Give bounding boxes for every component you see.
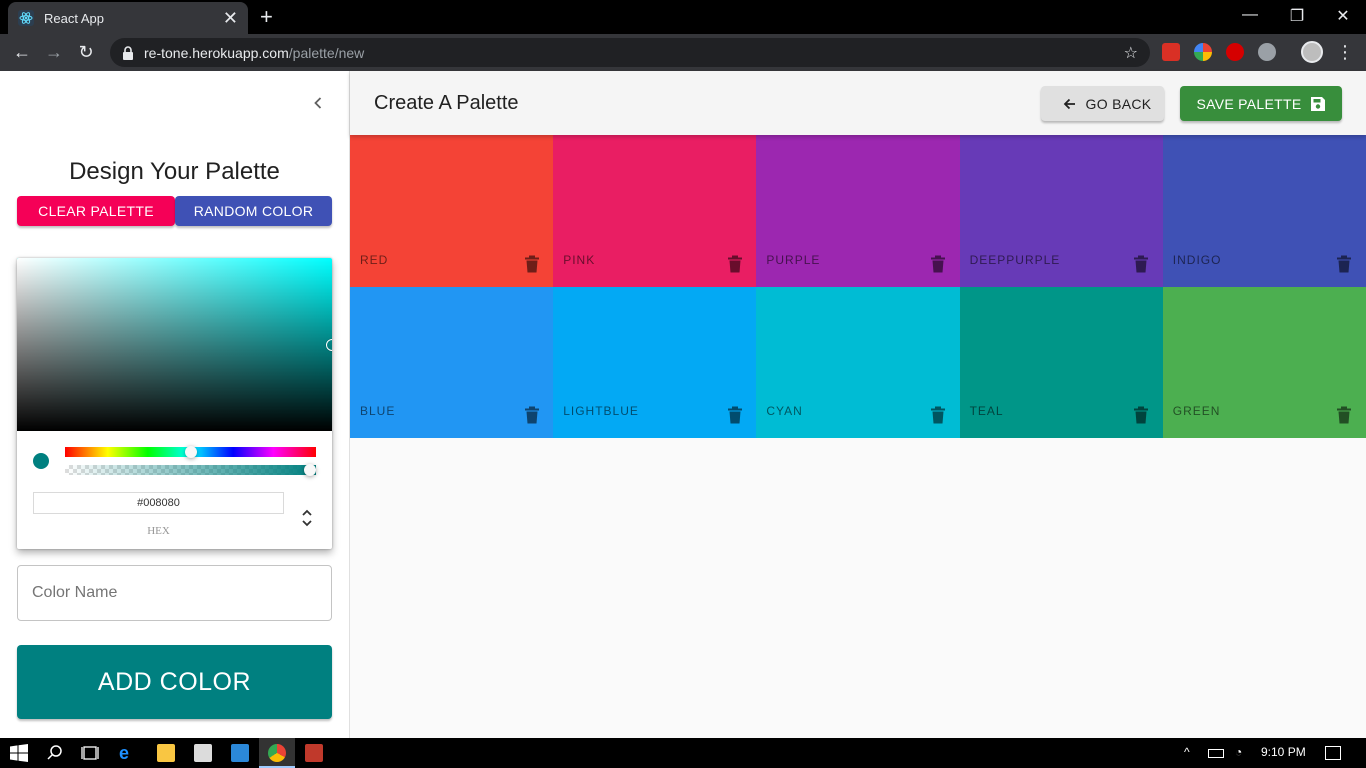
trash-icon[interactable] — [524, 255, 540, 273]
os-taskbar: e ^ ◔ 9:10 PM — [0, 738, 1366, 768]
menu-kebab-icon[interactable]: ⋮ — [1334, 42, 1356, 62]
bookmark-star-icon[interactable]: ☆ — [1124, 43, 1138, 63]
react-logo-icon — [18, 10, 34, 26]
chrome-icon[interactable] — [268, 744, 286, 762]
trash-icon[interactable] — [1133, 255, 1149, 273]
extension-icon-1[interactable] — [1162, 43, 1180, 61]
store-icon[interactable] — [194, 744, 212, 762]
forward-arrow-icon[interactable]: → — [43, 42, 65, 62]
video-app-icon[interactable] — [305, 744, 323, 762]
browser-tab[interactable]: React App ✕ — [8, 2, 248, 34]
clock[interactable]: 9:10 PM — [1261, 745, 1306, 759]
color-box[interactable]: blue — [350, 286, 554, 438]
color-box-name: purple — [766, 252, 821, 267]
hex-label: HEX — [147, 525, 170, 537]
extension-icon-2[interactable] — [1194, 43, 1212, 61]
new-tab-button[interactable]: + — [260, 6, 273, 28]
hue-slider[interactable] — [65, 446, 316, 458]
palette-drawer: Design Your Palette CLEAR PALETTE RANDOM… — [0, 71, 350, 738]
address-bar[interactable]: re-tone.herokuapp.com/palette/new ☆ — [110, 38, 1150, 67]
color-box[interactable]: teal — [959, 286, 1164, 438]
color-box-name: deeppurple — [969, 252, 1061, 267]
color-box-name: cyan — [766, 404, 803, 418]
edge-icon[interactable]: e — [119, 744, 137, 762]
color-box[interactable]: deeppurple — [959, 135, 1164, 287]
task-view-icon[interactable] — [81, 744, 99, 762]
url-text: re-tone.herokuapp.com/palette/new — [144, 45, 364, 61]
color-box[interactable]: green — [1162, 286, 1366, 438]
hue-thumb[interactable] — [184, 446, 197, 458]
notification-icon[interactable] — [1325, 746, 1341, 760]
color-box-name: indigo — [1172, 252, 1222, 267]
browser-toolbar: ← → ↻ re-tone.herokuapp.com/palette/new … — [0, 34, 1366, 71]
color-box-name: teal — [969, 404, 1004, 418]
mail-icon[interactable] — [231, 744, 249, 762]
minimize-icon[interactable]: — — [1240, 6, 1260, 24]
url-path: /palette/new — [288, 44, 365, 61]
trash-icon[interactable] — [1336, 255, 1352, 273]
tab-title: React App — [44, 10, 104, 26]
saturation-area[interactable] — [17, 258, 332, 431]
color-box-name: red — [360, 252, 389, 267]
reload-icon[interactable]: ↻ — [75, 42, 97, 62]
color-box[interactable]: lightblue — [553, 286, 757, 438]
extension-icon-3[interactable] — [1226, 43, 1244, 61]
color-box-name: green — [1172, 404, 1221, 418]
app-bar: Create A Palette GO BACK SAVE PALETTE — [350, 71, 1366, 135]
palette-grid: red pink purple deeppurple indigo blue lightbl… — [350, 135, 1366, 438]
selected-color-swatch — [33, 453, 49, 469]
add-color-button[interactable]: ADD COLOR — [17, 645, 332, 719]
color-box-name: lightblue — [563, 404, 639, 418]
go-back-label: GO BACK — [1085, 95, 1152, 112]
color-box[interactable]: cyan — [756, 286, 961, 438]
trash-icon[interactable] — [930, 406, 946, 424]
color-box-name: pink — [563, 252, 596, 267]
clear-palette-button[interactable]: CLEAR PALETTE — [17, 196, 175, 226]
color-box[interactable]: red — [350, 135, 554, 287]
trash-icon[interactable] — [1336, 406, 1352, 424]
file-explorer-icon[interactable] — [157, 744, 175, 762]
trash-icon[interactable] — [727, 406, 743, 424]
color-box-name: blue — [360, 404, 396, 418]
color-name-field[interactable] — [17, 565, 332, 621]
tray-chevron-icon[interactable]: ^ — [1184, 745, 1190, 759]
windows-start-icon[interactable] — [10, 744, 28, 762]
alpha-thumb[interactable] — [304, 464, 316, 476]
app-root: Design Your Palette CLEAR PALETTE RANDOM… — [0, 71, 1366, 738]
profile-avatar[interactable] — [1301, 41, 1323, 63]
trash-icon[interactable] — [930, 255, 946, 273]
hex-input[interactable] — [33, 492, 284, 514]
globe-icon[interactable] — [1258, 43, 1276, 61]
go-back-button[interactable]: GO BACK — [1041, 86, 1164, 121]
back-arrow-icon[interactable]: ← — [11, 42, 33, 62]
color-box[interactable]: indigo — [1162, 135, 1366, 287]
alpha-slider[interactable] — [65, 464, 316, 476]
url-host: re-tone.herokuapp.com — [144, 44, 289, 61]
restore-icon[interactable]: ❐ — [1287, 6, 1307, 26]
format-toggle-icon[interactable] — [298, 506, 316, 530]
color-box[interactable]: purple — [756, 135, 961, 287]
trash-icon[interactable] — [524, 406, 540, 424]
battery-icon[interactable] — [1208, 749, 1224, 758]
color-box[interactable]: pink — [553, 135, 757, 287]
arrow-left-icon — [1063, 98, 1075, 109]
saturation-cursor[interactable] — [326, 339, 332, 351]
trash-icon[interactable] — [727, 255, 743, 273]
chevron-left-icon[interactable] — [308, 93, 328, 113]
page-title: Create A Palette — [374, 92, 519, 114]
random-color-button[interactable]: RANDOM COLOR — [175, 196, 332, 226]
drawer-title: Design Your Palette — [69, 158, 280, 185]
close-tab-icon[interactable]: ✕ — [223, 9, 238, 27]
browser-tab-strip: React App ✕ + — ❐ ✕ — [0, 0, 1366, 34]
lock-icon — [123, 45, 133, 60]
trash-icon[interactable] — [1133, 406, 1149, 424]
wifi-icon[interactable]: ◔ — [1235, 745, 1242, 759]
color-picker: HEX — [17, 258, 332, 549]
save-palette-label: SAVE PALETTE — [1196, 95, 1302, 112]
close-window-icon[interactable]: ✕ — [1333, 6, 1353, 26]
search-icon[interactable] — [46, 744, 64, 762]
save-icon — [1310, 96, 1325, 111]
save-palette-button[interactable]: SAVE PALETTE — [1180, 86, 1342, 121]
